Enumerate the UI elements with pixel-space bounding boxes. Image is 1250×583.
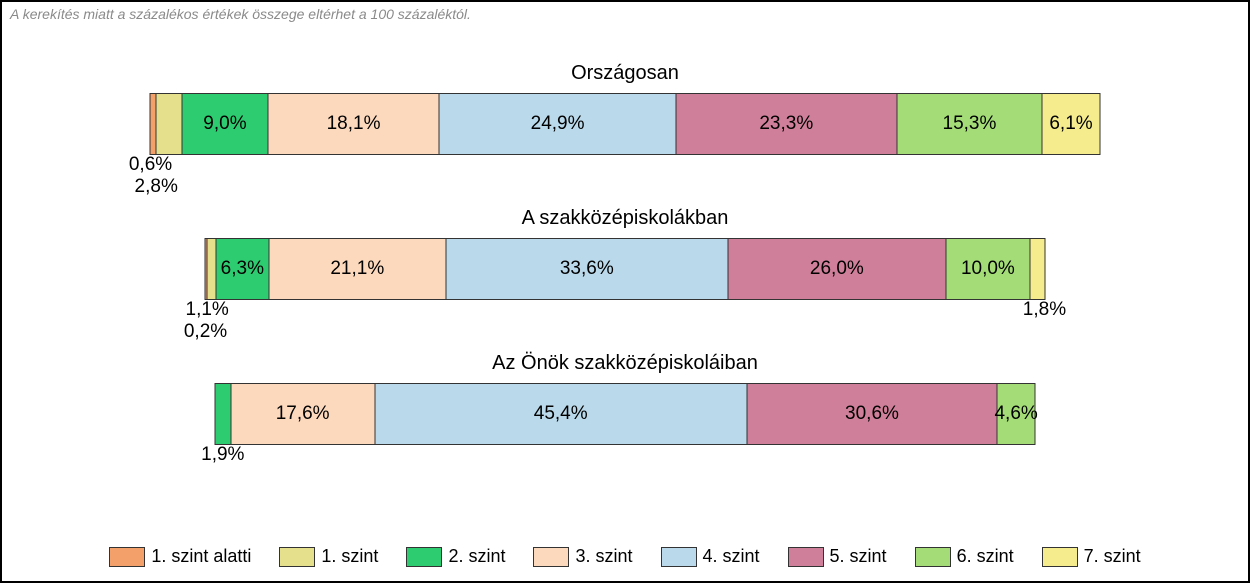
bar-segment: 45,4% (375, 384, 747, 444)
bar-segment: 1,8% (1030, 239, 1045, 299)
segment-label: 1,9% (201, 444, 244, 466)
legend-item: 2. szint (406, 546, 505, 567)
bar-segment: 17,6% (231, 384, 375, 444)
chart-row: 0,6%2,8% 9,0% 18,1% 24,9% 23,3% 15,3% 6,1% (2, 93, 1248, 179)
segment-label: 0,6% (129, 154, 172, 176)
chart-group: Az Önök szakközépiskoláiban 1,9% 17,6% 45,4… (2, 352, 1248, 469)
stacked-bar: 0,2%1,1%6,3%21,1%33,6%26,0%10,0%1,8% (205, 238, 1046, 300)
segment-label: 2,8% (135, 176, 178, 198)
legend-label: 6. szint (957, 546, 1014, 567)
legend-swatch (406, 547, 442, 567)
legend-item: 3. szint (533, 546, 632, 567)
legend-swatch (915, 547, 951, 567)
chart-frame: A kerekítés miatt a százalékos értékek ö… (0, 0, 1250, 583)
bar-segment: 23,3% (676, 94, 897, 154)
legend: 1. szint alatti 1. szint 2. szint 3. szint 4… (2, 546, 1248, 567)
chart-area: Országosan 0,6%2,8% 9,0% 18,1% 24,9% 23,3% 15,… (2, 62, 1248, 497)
legend-item: 7. szint (1042, 546, 1141, 567)
segment-label: 33,6% (560, 258, 614, 280)
legend-label: 7. szint (1084, 546, 1141, 567)
segment-label: 23,3% (759, 113, 813, 135)
bar-segment: 6,1% (1043, 94, 1101, 154)
legend-label: 3. szint (575, 546, 632, 567)
bar-segment: 26,0% (728, 239, 946, 299)
rounding-note: A kerekítés miatt a százalékos értékek ö… (2, 2, 1248, 22)
segment-label: 30,6% (845, 403, 899, 425)
chart-row: 1,9% 17,6% 45,4% 30,6% 4,6% (2, 383, 1248, 469)
legend-item: 5. szint (788, 546, 887, 567)
bar-segment: 1,9% (216, 384, 232, 444)
segment-label: 0,2% (184, 321, 227, 343)
bar-segment: 21,1% (269, 239, 446, 299)
legend-item: 1. szint (279, 546, 378, 567)
legend-swatch (533, 547, 569, 567)
legend-label: 5. szint (830, 546, 887, 567)
segment-label: 6,3% (221, 258, 264, 280)
segment-label: 21,1% (330, 258, 384, 280)
bar-segment: 24,9% (440, 94, 676, 154)
segment-label: 26,0% (810, 258, 864, 280)
legend-label: 1. szint alatti (151, 546, 251, 567)
segment-label: 18,1% (327, 113, 381, 135)
legend-label: 2. szint (448, 546, 505, 567)
segment-label: 17,6% (276, 403, 330, 425)
bar-segment: 4,6% (998, 384, 1036, 444)
stacked-bar: 1,9% 17,6% 45,4% 30,6% 4,6% (215, 383, 1036, 445)
segment-label: 1,8% (1023, 299, 1066, 321)
bar-segment: 9,0% (183, 94, 268, 154)
chart-group: A szakközépiskolákban0,2%1,1%6,3%21,1%33… (2, 207, 1248, 324)
segment-label: 15,3% (943, 113, 997, 135)
bar-segment: 2,8% (156, 94, 183, 154)
legend-item: 6. szint (915, 546, 1014, 567)
bar-segment: 6,3% (216, 239, 269, 299)
segment-label: 9,0% (203, 113, 246, 135)
bar-segment: 15,3% (897, 94, 1042, 154)
legend-label: 1. szint (321, 546, 378, 567)
segment-label: 45,4% (534, 403, 588, 425)
segment-label: 24,9% (531, 113, 585, 135)
chart-group: Országosan 0,6%2,8% 9,0% 18,1% 24,9% 23,3% 15,… (2, 62, 1248, 179)
segment-label: 4,6% (994, 403, 1037, 425)
bar-segment: 33,6% (446, 239, 728, 299)
legend-swatch (279, 547, 315, 567)
bar-segment: 30,6% (747, 384, 998, 444)
legend-item: 1. szint alatti (109, 546, 251, 567)
chart-title: Az Önök szakközépiskoláiban (2, 352, 1248, 375)
legend-item: 4. szint (661, 546, 760, 567)
legend-swatch (1042, 547, 1078, 567)
legend-swatch (788, 547, 824, 567)
segment-label: 1,1% (186, 299, 229, 321)
bar-segment: 1,1% (207, 239, 216, 299)
stacked-bar: 0,6%2,8%9,0%18,1%24,9%23,3%15,3%6,1% (150, 93, 1101, 155)
legend-swatch (109, 547, 145, 567)
legend-label: 4. szint (703, 546, 760, 567)
segment-label: 6,1% (1049, 113, 1092, 135)
bar-segment: 18,1% (268, 94, 440, 154)
legend-swatch (661, 547, 697, 567)
chart-title: A szakközépiskolákban (2, 207, 1248, 230)
segment-label: 10,0% (961, 258, 1015, 280)
bar-segment: 10,0% (946, 239, 1030, 299)
chart-title: Országosan (2, 62, 1248, 85)
chart-row: 0,2%1,1%6,3%21,1%33,6%26,0%10,0%1,8% (2, 238, 1248, 324)
